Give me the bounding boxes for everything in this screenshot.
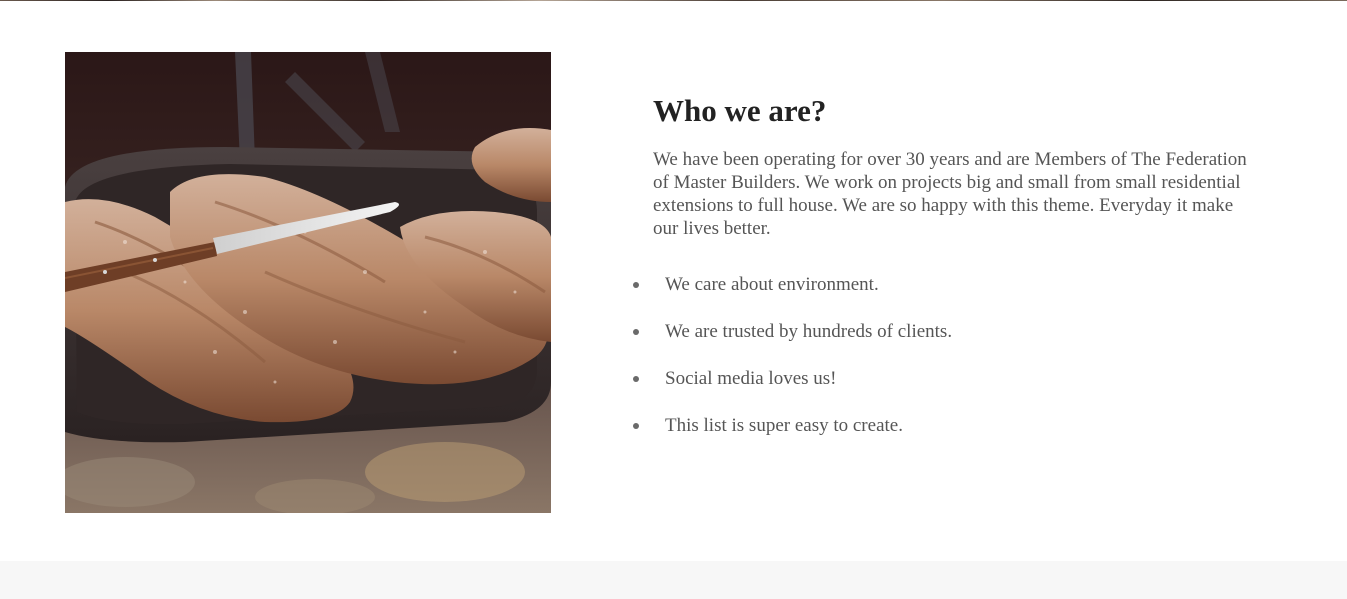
bullet-icon [633, 376, 639, 382]
bullet-icon [633, 423, 639, 429]
feature-item: We are trusted by hundreds of clients. [629, 319, 952, 366]
feature-item: Social media loves us! [629, 366, 952, 413]
feature-text: We are trusted by hundreds of clients. [665, 321, 953, 342]
feature-text: We care about environment. [665, 274, 879, 295]
feature-item: We care about environment. [629, 272, 952, 319]
bread-photo [65, 52, 551, 513]
about-content: Who we are? We have been operating for o… [653, 91, 1273, 240]
feature-list: We care about environment. We are truste… [629, 272, 952, 460]
feature-text: Social media loves us! [665, 368, 837, 389]
bread-illustration [65, 52, 551, 513]
footer-band [0, 561, 1347, 599]
bullet-icon [633, 282, 639, 288]
about-intro: We have been operating for over 30 years… [653, 149, 1247, 239]
feature-item: This list is super easy to create. [629, 413, 952, 460]
about-section: Who we are? We have been operating for o… [0, 1, 1347, 561]
feature-text: This list is super easy to create. [665, 415, 903, 436]
bullet-icon [633, 329, 639, 335]
about-heading: Who we are? [653, 93, 827, 128]
